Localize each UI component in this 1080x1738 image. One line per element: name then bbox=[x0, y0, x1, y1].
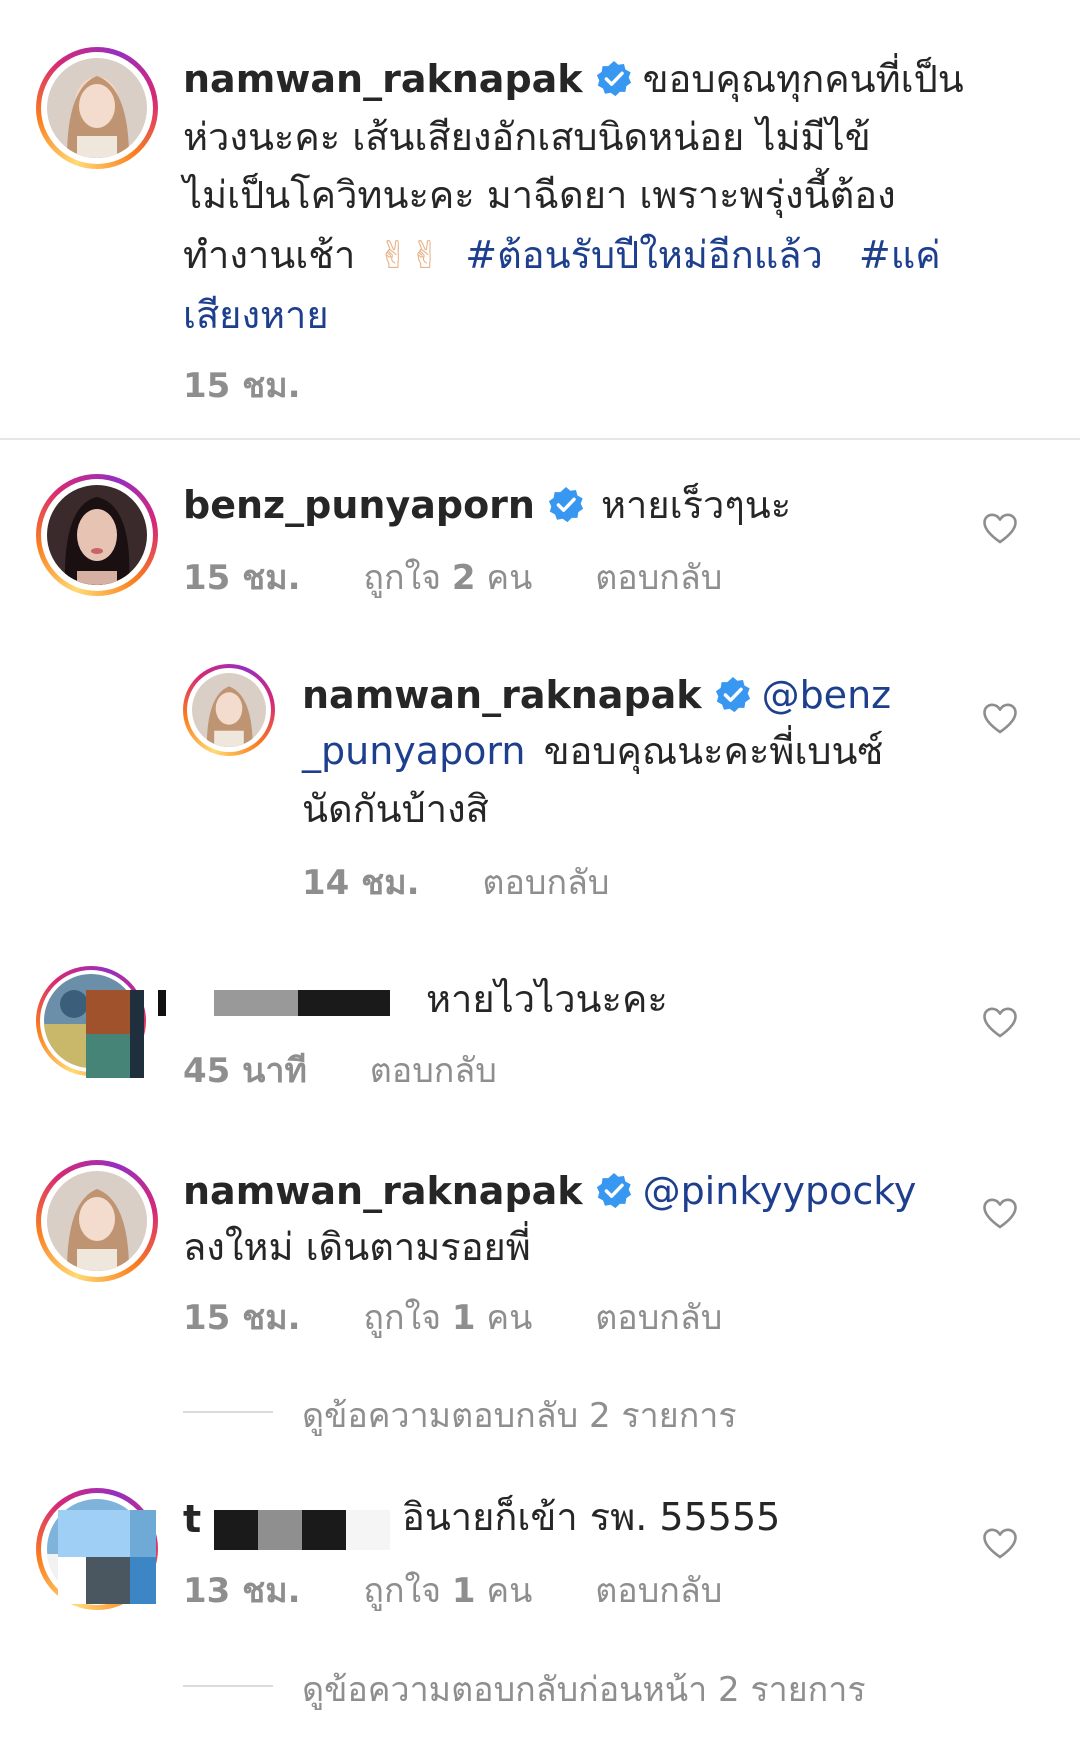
view-replies-line bbox=[183, 1685, 273, 1687]
heart-outline-icon[interactable] bbox=[983, 703, 1017, 735]
reply-button[interactable]: ตอบกลับ bbox=[595, 558, 722, 598]
comment-username[interactable]: namwan_raknapak bbox=[302, 673, 702, 717]
comment-text: หายไวไวนะคะ bbox=[426, 977, 668, 1021]
heart-outline-icon[interactable] bbox=[983, 1007, 1017, 1039]
reply-button[interactable]: ตอบกลับ bbox=[595, 1571, 722, 1611]
comment-username[interactable]: namwan_raknapak bbox=[183, 1169, 583, 1213]
caption-line-3: ไม่เป็นโควิทนะคะ มาฉีดยา เพราะพรุ่งนี้ต้… bbox=[183, 173, 896, 217]
reply-1-line-3: นัดกันบ้างสิ bbox=[302, 787, 489, 831]
avatar-benz[interactable] bbox=[36, 474, 158, 596]
comment-3-meta: 45 นาที ตอบกลับ bbox=[183, 1043, 497, 1097]
hashtag-link[interactable]: #แค่ bbox=[859, 233, 941, 277]
reply-button[interactable]: ตอบกลับ bbox=[482, 863, 609, 903]
view-replies-line bbox=[183, 1411, 273, 1413]
comment-time: 13 ชม. bbox=[183, 1571, 301, 1611]
profile-photo bbox=[47, 485, 147, 585]
comment-4-line-1: namwan_raknapak @pinkyypocky bbox=[183, 1162, 916, 1220]
avatar-namwan[interactable] bbox=[36, 47, 158, 169]
redacted-block bbox=[158, 990, 390, 1016]
verified-badge-icon bbox=[596, 60, 631, 97]
comment-text: ขอบคุณนะคะพี่เบนซ์ bbox=[543, 729, 884, 773]
reply-1-meta: 14 ชม. ตอบกลับ bbox=[302, 855, 609, 909]
profile-photo bbox=[47, 58, 147, 158]
caption-time: 15 ชม. bbox=[183, 366, 301, 406]
avatar-namwan[interactable] bbox=[36, 1160, 158, 1282]
comment-username[interactable]: benz_punyaporn bbox=[183, 483, 535, 527]
avatar-namwan[interactable] bbox=[183, 664, 275, 756]
heart-outline-icon[interactable] bbox=[983, 1198, 1017, 1230]
comment-username[interactable]: t bbox=[183, 1490, 201, 1548]
caption-line-4: ทำงานเช้า ✌✌ #ต้อนรับปีใหม่อีกแล้ว #แค่ bbox=[183, 226, 941, 284]
caption-line-2: ห่วงนะคะ เส้นเสียงอักเสบนิดหน่อย ไม่มีไข… bbox=[183, 115, 871, 159]
redacted-block bbox=[58, 1510, 156, 1604]
verified-badge-icon bbox=[596, 1172, 631, 1209]
caption-text: ขอบคุณทุกคนที่เป็น bbox=[642, 57, 964, 101]
comment-time: 15 ชม. bbox=[183, 558, 301, 598]
likes-count[interactable]: ถูกใจ 1 คน bbox=[363, 1571, 532, 1611]
comment-text: หายเร็วๆนะ bbox=[600, 483, 792, 527]
reply-button[interactable]: ตอบกลับ bbox=[370, 1051, 497, 1091]
comment-1-line: benz_punyaporn หายเร็วๆนะ bbox=[183, 476, 791, 534]
redacted-block bbox=[214, 1510, 390, 1550]
comment-time: 45 นาที bbox=[183, 1051, 307, 1091]
redacted-block bbox=[86, 990, 144, 1078]
divider bbox=[0, 438, 1080, 440]
caption-username[interactable]: namwan_raknapak bbox=[183, 57, 583, 101]
reply-1-line-1: namwan_raknapak @benz bbox=[302, 666, 891, 724]
likes-count[interactable]: ถูกใจ 1 คน bbox=[363, 1298, 532, 1338]
comment-time: 15 ชม. bbox=[183, 1298, 301, 1338]
mention-link[interactable]: _punyaporn bbox=[302, 729, 525, 773]
mention-link[interactable]: @pinkyypocky bbox=[643, 1169, 917, 1213]
heart-outline-icon[interactable] bbox=[983, 1528, 1017, 1560]
reply-button[interactable]: ตอบกลับ bbox=[595, 1298, 722, 1338]
mention-link[interactable]: @benz bbox=[762, 673, 892, 717]
verified-badge-icon bbox=[715, 676, 750, 713]
comment-1-meta: 15 ชม. ถูกใจ 2 คน ตอบกลับ bbox=[183, 550, 722, 604]
profile-photo bbox=[192, 673, 266, 747]
view-replies-button[interactable]: ดูข้อความตอบกลับ 2 รายการ bbox=[302, 1388, 737, 1442]
reply-1-line-2: _punyaporn ขอบคุณนะคะพี่เบนซ์ bbox=[302, 722, 883, 780]
profile-photo bbox=[47, 1171, 147, 1271]
caption-line-1: namwan_raknapak ขอบคุณทุกคนที่เป็น bbox=[183, 50, 964, 108]
caption-text: ทำงานเช้า bbox=[183, 233, 356, 277]
comment-4-meta: 15 ชม. ถูกใจ 1 คน ตอบกลับ bbox=[183, 1290, 722, 1344]
victory-hand-emoji: ✌✌ bbox=[377, 233, 442, 277]
comment-text: ลงใหม่ เดินตามรอยพี่ bbox=[183, 1225, 531, 1269]
likes-count[interactable]: ถูกใจ 2 คน bbox=[363, 558, 532, 598]
hashtag-link[interactable]: #ต้อนรับปีใหม่อีกแล้ว bbox=[465, 233, 823, 277]
comment-text: อินายก็เข้า รพ. 55555 bbox=[402, 1495, 781, 1539]
verified-badge-icon bbox=[548, 486, 584, 523]
view-previous-replies-button[interactable]: ดูข้อความตอบกลับก่อนหน้า 2 รายการ bbox=[302, 1662, 866, 1716]
comment-5-meta: 13 ชม. ถูกใจ 1 คน ตอบกลับ bbox=[183, 1563, 722, 1617]
heart-outline-icon[interactable] bbox=[983, 513, 1017, 545]
comment-time: 14 ชม. bbox=[302, 863, 420, 903]
hashtag-link[interactable]: เสียงหาย bbox=[183, 286, 329, 344]
